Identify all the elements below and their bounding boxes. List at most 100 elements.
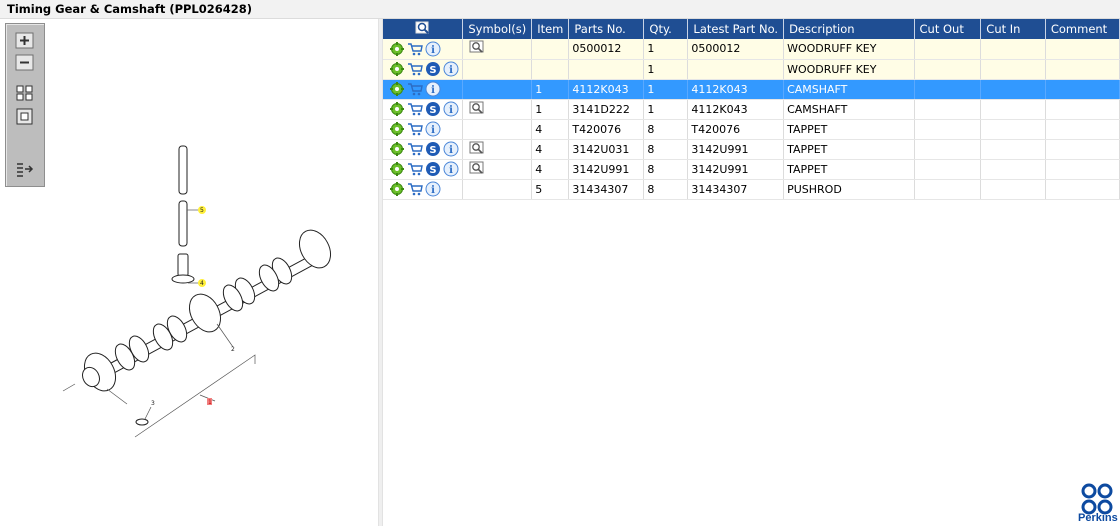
info-icon[interactable]: i bbox=[443, 161, 459, 177]
camshaft-exploded-diagram[interactable]: 5 4 2 3 1 bbox=[55, 139, 355, 439]
column-header-description[interactable]: Description bbox=[783, 19, 915, 39]
table-row[interactable]: i 1 4112K043 1 4112K043 CAMSHAFT bbox=[383, 79, 1120, 100]
info-icon[interactable]: i bbox=[425, 181, 441, 197]
tappet-part[interactable] bbox=[171, 253, 195, 284]
camshaft-part[interactable] bbox=[78, 225, 337, 396]
item-cell bbox=[531, 39, 570, 60]
cart-icon[interactable] bbox=[407, 61, 423, 77]
parts-no-cell[interactable]: T420076 bbox=[568, 119, 645, 140]
column-header-latest-part-no[interactable]: Latest Part No. bbox=[687, 19, 785, 39]
column-header-cut-out[interactable]: Cut Out bbox=[914, 19, 982, 39]
description-cell: TAPPET bbox=[783, 119, 915, 140]
symbol-cell bbox=[462, 79, 533, 100]
preview-symbol-icon[interactable] bbox=[466, 141, 485, 158]
column-header-item[interactable]: Item bbox=[531, 19, 570, 39]
row-actions: Si bbox=[383, 99, 464, 120]
svg-text:i: i bbox=[449, 65, 453, 76]
table-row[interactable]: Si 1 3141D222 1 4112K043 CAMSHAFT bbox=[383, 99, 1120, 120]
gear-icon[interactable] bbox=[389, 81, 405, 97]
callout-2[interactable]: 2 bbox=[231, 346, 235, 353]
parts-no-cell[interactable]: 0500012 bbox=[568, 39, 645, 60]
cart-icon[interactable] bbox=[407, 141, 423, 157]
latest-part-no-cell[interactable]: 0500012 bbox=[687, 39, 785, 60]
cart-icon[interactable] bbox=[407, 81, 423, 97]
table-row[interactable]: i 5 31434307 8 31434307 PUSHROD bbox=[383, 179, 1120, 200]
parts-no-cell[interactable] bbox=[568, 59, 645, 80]
service-s-icon[interactable]: S bbox=[425, 61, 441, 77]
info-icon[interactable]: i bbox=[425, 81, 441, 97]
info-icon[interactable]: i bbox=[425, 41, 441, 57]
column-header-comment[interactable]: Comment bbox=[1045, 19, 1120, 39]
gear-icon[interactable] bbox=[389, 61, 405, 77]
column-header-cut-in[interactable]: Cut In bbox=[980, 19, 1046, 39]
callout-3[interactable]: 3 bbox=[151, 400, 155, 407]
cut-out-cell bbox=[914, 159, 982, 180]
gear-icon[interactable] bbox=[389, 181, 405, 197]
table-row[interactable]: Si 1 WOODRUFF KEY bbox=[383, 59, 1120, 80]
preview-symbol-icon[interactable] bbox=[466, 101, 485, 118]
latest-part-no-cell[interactable]: 3142U991 bbox=[687, 139, 785, 160]
latest-part-no-cell[interactable] bbox=[687, 59, 785, 80]
cart-icon[interactable] bbox=[407, 41, 423, 57]
gear-icon[interactable] bbox=[389, 101, 405, 117]
cart-icon[interactable] bbox=[407, 121, 423, 137]
info-icon[interactable]: i bbox=[443, 141, 459, 157]
preview-search-icon[interactable] bbox=[415, 21, 431, 35]
gear-icon[interactable] bbox=[389, 41, 405, 57]
column-header-actions[interactable] bbox=[383, 19, 464, 39]
info-icon[interactable]: i bbox=[425, 121, 441, 137]
service-s-icon[interactable]: S bbox=[425, 161, 441, 177]
cart-icon[interactable] bbox=[407, 181, 423, 197]
callout-5[interactable]: 5 bbox=[200, 207, 204, 214]
actual-size-icon[interactable] bbox=[15, 108, 35, 126]
svg-text:S: S bbox=[429, 65, 436, 76]
svg-text:i: i bbox=[431, 45, 435, 56]
column-header-symbols[interactable]: Symbol(s) bbox=[462, 19, 533, 39]
parts-no-cell[interactable]: 3142U991 bbox=[568, 159, 645, 180]
table-row[interactable]: Si 4 3142U031 8 3142U991 TAPPET bbox=[383, 139, 1120, 160]
preview-symbol-icon[interactable] bbox=[466, 40, 485, 57]
latest-part-no-cell[interactable]: 4112K043 bbox=[687, 79, 785, 100]
parts-no-cell[interactable]: 3141D222 bbox=[568, 99, 645, 120]
zoom-out-icon[interactable] bbox=[15, 54, 35, 72]
zoom-in-icon[interactable] bbox=[15, 32, 35, 50]
gear-icon[interactable] bbox=[389, 161, 405, 177]
fit-page-icon[interactable] bbox=[15, 84, 35, 102]
service-s-icon[interactable]: S bbox=[425, 101, 441, 117]
callout-4[interactable]: 4 bbox=[200, 280, 204, 287]
info-icon[interactable]: i bbox=[443, 101, 459, 117]
cut-in-cell bbox=[980, 79, 1046, 100]
latest-part-no-cell[interactable]: 3142U991 bbox=[687, 159, 785, 180]
gear-icon[interactable] bbox=[389, 141, 405, 157]
table-row[interactable]: Si 4 3142U991 8 3142U991 TAPPET bbox=[383, 159, 1120, 180]
list-toggle-icon[interactable] bbox=[15, 160, 35, 178]
preview-symbol-icon[interactable] bbox=[466, 161, 485, 178]
woodruff-key-part[interactable] bbox=[135, 418, 149, 426]
service-s-icon[interactable]: S bbox=[425, 141, 441, 157]
column-header-parts-no[interactable]: Parts No. bbox=[568, 19, 645, 39]
parts-no-cell[interactable]: 31434307 bbox=[568, 179, 645, 200]
latest-part-no-cell[interactable]: T420076 bbox=[687, 119, 785, 140]
description-cell: WOODRUFF KEY bbox=[783, 39, 915, 60]
latest-part-no-cell[interactable]: 31434307 bbox=[687, 179, 785, 200]
gear-icon[interactable] bbox=[389, 121, 405, 137]
parts-no-cell[interactable]: 3142U031 bbox=[568, 139, 645, 160]
parts-no-cell[interactable]: 4112K043 bbox=[568, 79, 645, 100]
table-header: Symbol(s) Item Parts No. Qty. Latest Par… bbox=[383, 19, 1120, 39]
row-actions: Si bbox=[383, 139, 464, 160]
cut-in-cell bbox=[980, 99, 1046, 120]
table-row[interactable]: i 4 T420076 8 T420076 TAPPET bbox=[383, 119, 1120, 140]
callout-1[interactable]: 1 bbox=[208, 399, 212, 406]
info-icon[interactable]: i bbox=[443, 61, 459, 77]
column-header-qty[interactable]: Qty. bbox=[643, 19, 689, 39]
item-cell: 5 bbox=[531, 179, 570, 200]
qty-cell: 1 bbox=[643, 79, 689, 100]
item-cell: 1 bbox=[531, 79, 570, 100]
diagram-pane[interactable]: 5 4 2 3 1 bbox=[0, 19, 378, 526]
pushrod-part[interactable] bbox=[178, 145, 188, 247]
cart-icon[interactable] bbox=[407, 101, 423, 117]
latest-part-no-cell[interactable]: 4112K043 bbox=[687, 99, 785, 120]
table-row[interactable]: i 0500012 1 0500012 WOODRUFF KEY bbox=[383, 39, 1120, 60]
item-cell bbox=[531, 59, 570, 80]
cart-icon[interactable] bbox=[407, 161, 423, 177]
